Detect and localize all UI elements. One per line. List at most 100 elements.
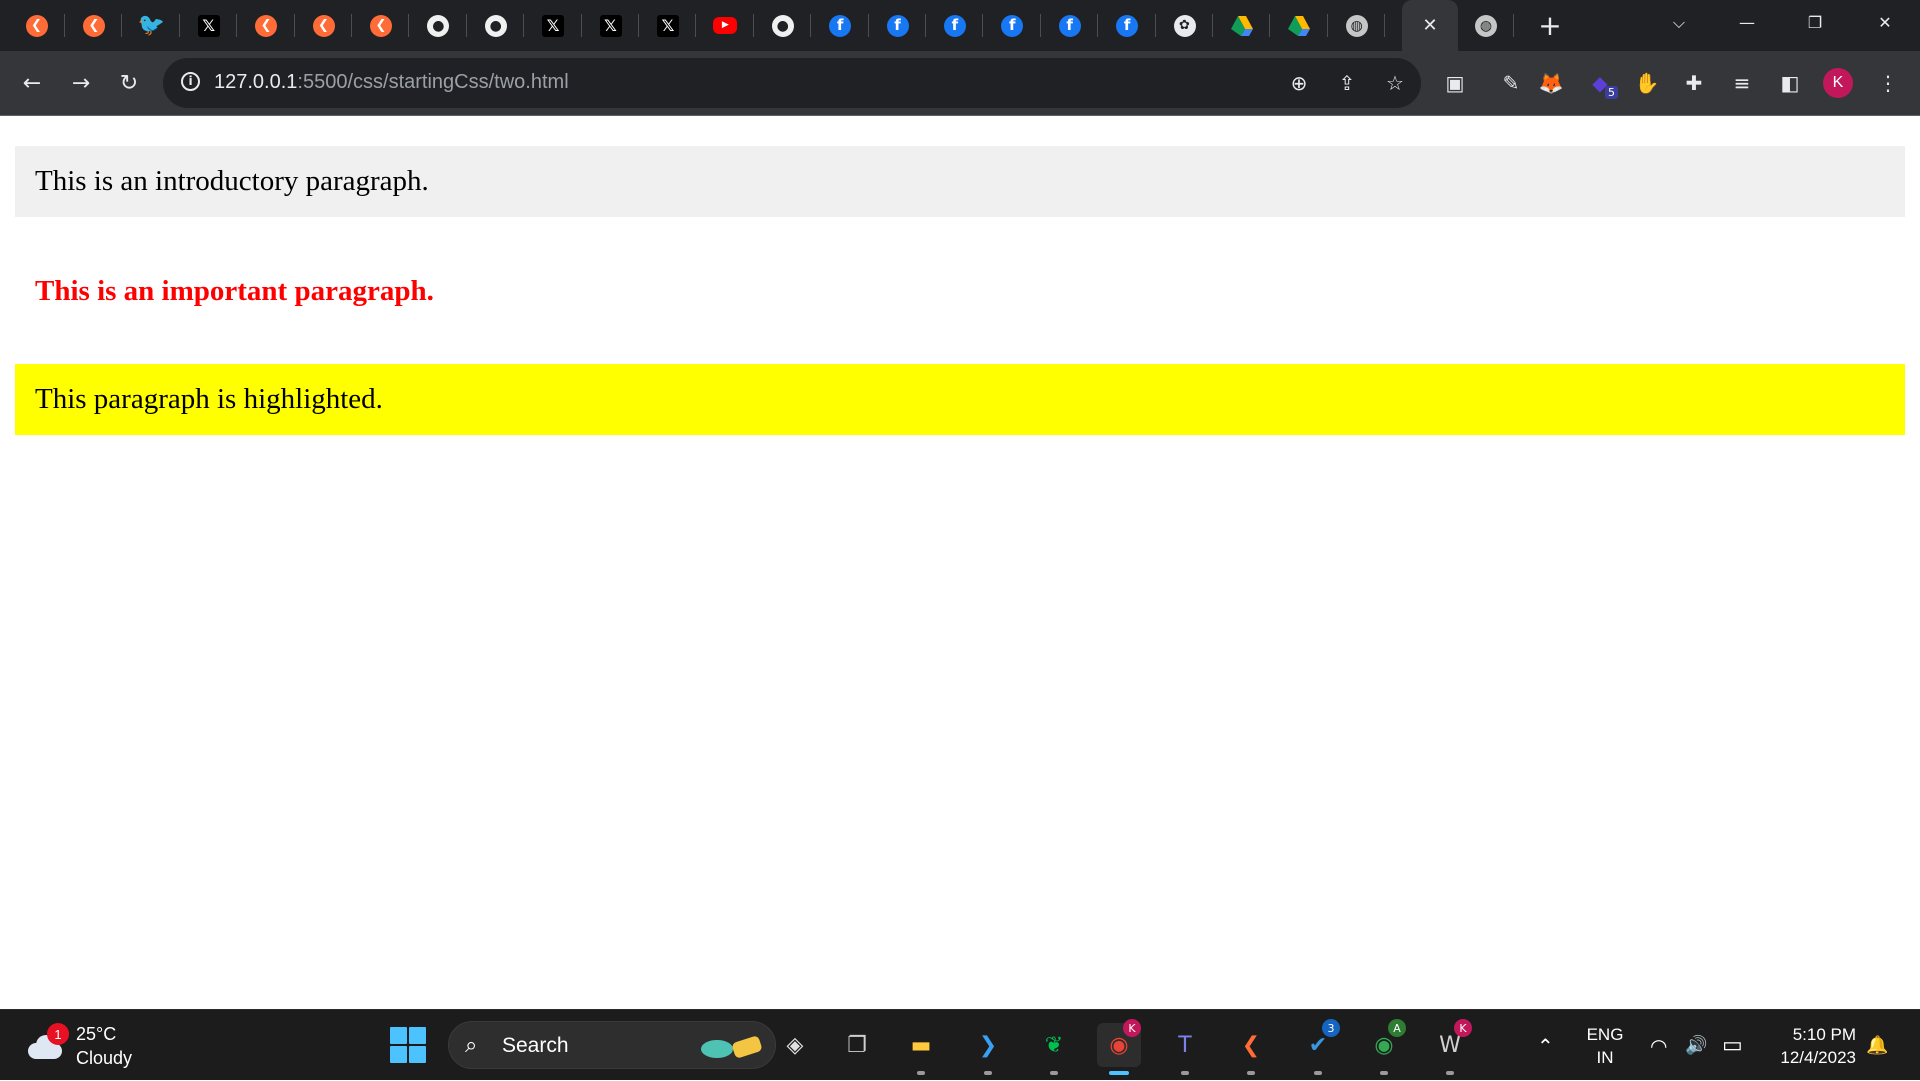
system-clock[interactable]: 5:10 PM 12/4/2023 (1765, 1023, 1856, 1069)
app-glyph: W (1439, 1032, 1461, 1058)
stack-extension-icon[interactable]: ◆ 5 (1582, 65, 1618, 101)
share-icon[interactable]: ⇪ (1330, 66, 1364, 100)
close-tab-icon[interactable]: ✕ (1422, 15, 1437, 36)
volume-icon[interactable]: 🔊 (1685, 1010, 1707, 1081)
site-info-icon[interactable]: i (181, 72, 200, 91)
wifi-icon[interactable]: ◠ (1650, 1010, 1667, 1081)
important-paragraph: This is an important paragraph. (35, 275, 434, 307)
browser-tab[interactable]: 𝕏 (180, 0, 238, 51)
teams-icon[interactable]: T (1163, 1023, 1207, 1075)
url-host: 127.0.0.1 (214, 71, 298, 93)
browser-tab[interactable]: f (1041, 0, 1099, 51)
browser-tab[interactable] (1213, 0, 1271, 51)
start-button[interactable] (390, 1027, 426, 1063)
picture-in-picture-icon[interactable]: ▣ (1437, 65, 1473, 101)
browser-tab[interactable]: ❮ (352, 0, 410, 51)
browser-tab[interactable]: ▶ (697, 0, 754, 51)
app-glyph: ◉ (1374, 1032, 1394, 1058)
pen-extension-icon[interactable]: ✎ (1493, 65, 1529, 101)
bookmark-star-icon[interactable]: ☆ (1378, 66, 1412, 100)
forward-button[interactable]: → (63, 65, 99, 101)
browser-tab[interactable]: 𝕏 (525, 0, 582, 51)
tab-separator (1384, 14, 1386, 37)
browser-tab-strip: ❮ ❮ 🐦 𝕏 ❮ ❮ ❮ ● ● 𝕏 𝕏 𝕏 ▶ ● f f f f f f ✿ ◍ ✕ ◍ + ⌵ — ❐ ✕ (0, 0, 1920, 51)
browser-tab[interactable]: 𝕏 (639, 0, 697, 51)
side-panel-icon[interactable]: ◧ (1772, 65, 1808, 101)
app-glyph: ✔ (1308, 1032, 1328, 1058)
weather-widget[interactable]: 1 25°C Cloudy (24, 1018, 132, 1074)
media-controls-icon[interactable]: ≡ (1724, 65, 1760, 101)
browser-tab[interactable]: f (869, 0, 926, 51)
browser-tab[interactable]: ● (467, 0, 525, 51)
app-glyph: ❐ (847, 1032, 867, 1058)
minimize-button[interactable]: — (1718, 0, 1776, 45)
browser-tab[interactable]: 🐦 (123, 0, 180, 51)
notification-bell-icon[interactable]: 🔔 (1866, 1010, 1888, 1081)
file-explorer-icon[interactable]: ▬ (899, 1023, 943, 1075)
zoom-icon[interactable]: ⊕ (1282, 66, 1316, 100)
tab-search-button[interactable]: ⌵ (1650, 0, 1708, 45)
facebook-icon: f (1058, 14, 1081, 37)
app-badge: A (1388, 1019, 1406, 1037)
browser-tab[interactable]: ❮ (295, 0, 352, 51)
language-indicator[interactable]: ENG IN (1582, 1023, 1628, 1069)
weather-notification-badge: 1 (47, 1023, 69, 1045)
chrome-icon[interactable]: ◉ A (1362, 1019, 1406, 1075)
browser-tab[interactable]: ✿ (1156, 0, 1213, 51)
browser-tab[interactable]: ● (754, 0, 812, 51)
active-tab[interactable]: ✕ (1402, 0, 1458, 51)
metamask-icon[interactable]: 🦊 (1533, 65, 1569, 101)
postman-icon[interactable]: ❮ (1229, 1023, 1273, 1075)
wordpad-icon[interactable]: WK (1428, 1019, 1472, 1075)
back-button[interactable]: ← (14, 65, 50, 101)
browser-tab[interactable]: ❮ (238, 0, 295, 51)
facebook-icon: f (1001, 14, 1024, 37)
running-indicator (1050, 1071, 1058, 1075)
browser-tab[interactable]: ❮ (65, 0, 123, 51)
profile-avatar[interactable]: K (1823, 68, 1853, 98)
app-glyph: ◉ (1109, 1032, 1129, 1058)
close-window-button[interactable]: ✕ (1856, 0, 1914, 45)
app-glyph: ◈ (786, 1032, 804, 1058)
mongodb-compass-icon[interactable]: ❦ (1032, 1023, 1076, 1075)
adblock-icon[interactable]: ✋ (1629, 65, 1665, 101)
browser-tab[interactable]: ● (410, 0, 467, 51)
taskbar-search[interactable]: ⌕ Search (448, 1021, 776, 1069)
browser-tab[interactable]: 𝕏 (582, 0, 639, 51)
new-tab-button[interactable]: + (1534, 0, 1566, 51)
browser-tab[interactable]: ◍ (1328, 0, 1386, 51)
reload-button[interactable]: ↻ (111, 65, 147, 101)
postman-icon: ❮ (25, 14, 48, 37)
app-glyph: ❦ (1044, 1032, 1064, 1058)
browser-tab[interactable]: f (926, 0, 984, 51)
browser-tab[interactable]: f (984, 0, 1041, 51)
restore-button[interactable]: ❐ (1786, 0, 1844, 45)
browser-tab[interactable]: f (812, 0, 869, 51)
postman-icon: ❮ (369, 14, 392, 37)
browser-tab[interactable]: ❮ (8, 0, 65, 51)
extensions-puzzle-icon[interactable]: ✚ (1676, 65, 1712, 101)
browser-tab[interactable]: f (1099, 0, 1156, 51)
todo-icon[interactable]: ✔ 3 (1296, 1019, 1340, 1075)
address-bar[interactable]: i 127.0.0.1:5500/css/startingCss/two.htm… (163, 58, 1421, 108)
running-indicator (1181, 1071, 1189, 1075)
chrome-icon[interactable]: ◉ K (1097, 1019, 1141, 1075)
url-text[interactable]: 127.0.0.1:5500/css/startingCss/two.html (214, 71, 569, 94)
browser-tab[interactable] (1271, 0, 1328, 51)
postman-icon: ❮ (255, 14, 278, 37)
vscode-icon[interactable]: ❯ (966, 1023, 1010, 1075)
clock-time: 5:10 PM (1792, 1025, 1856, 1044)
github-icon: ● (427, 14, 450, 37)
running-indicator (984, 1071, 992, 1075)
tab-separator (1513, 14, 1514, 37)
tab-globe[interactable]: ◍ (1458, 0, 1514, 51)
app-glyph: ❯ (978, 1032, 998, 1058)
chrome-menu-icon[interactable]: ⋮ (1870, 65, 1906, 101)
browser-toolbar: ← → ↻ i 127.0.0.1:5500/css/startingCss/t… (0, 51, 1920, 115)
region-code: IN (1596, 1048, 1614, 1067)
battery-icon[interactable]: ▭ (1722, 1010, 1743, 1081)
task-view-icon[interactable]: ❐ (835, 1023, 879, 1067)
app-badge: 3 (1322, 1019, 1340, 1037)
copilot-icon[interactable]: ◈ (773, 1023, 817, 1067)
show-hidden-icons-button[interactable]: ⌃ (1537, 1010, 1554, 1081)
